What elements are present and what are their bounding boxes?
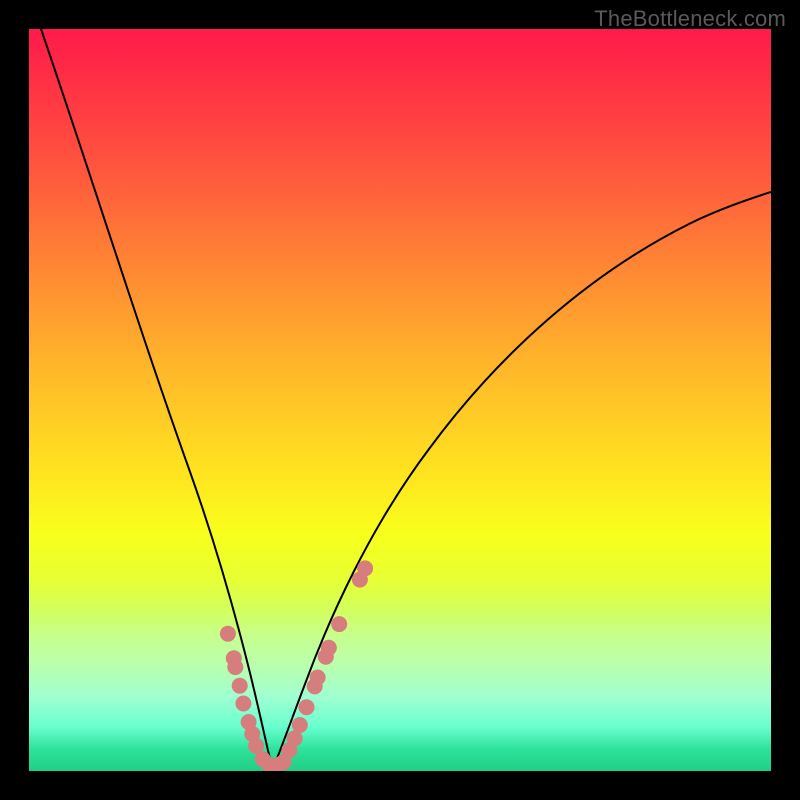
bead-dot [292,717,308,733]
bead-dot [331,616,347,632]
plot-area [29,29,771,771]
curve-right-branch [272,192,771,771]
bead-dot [321,640,337,656]
bead-dots-group [220,560,373,771]
bead-dot [220,626,236,642]
bead-dot [227,659,243,675]
bead-dot [310,670,326,686]
bead-dot [232,678,248,694]
bead-dot [357,560,373,576]
bead-dot [235,696,251,712]
bead-dot [299,699,315,715]
watermark-text: TheBottleneck.com [594,6,786,32]
curve-layer [29,29,771,771]
chart-outer-frame: TheBottleneck.com [0,0,800,800]
